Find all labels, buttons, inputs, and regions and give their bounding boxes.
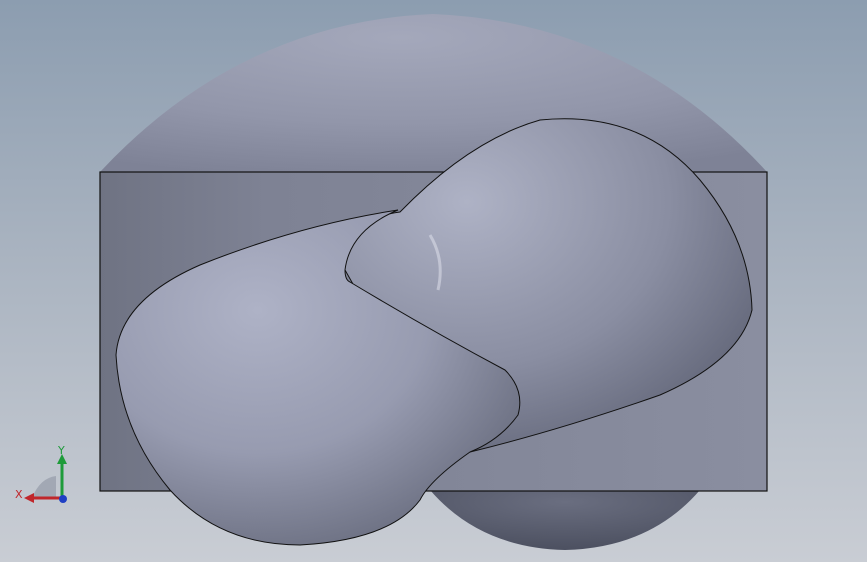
x-axis-label: X bbox=[15, 488, 23, 501]
3d-model-view[interactable] bbox=[0, 0, 867, 562]
triad-plane-shading bbox=[32, 476, 56, 498]
graphics-viewport[interactable]: Y X bbox=[0, 0, 867, 562]
x-axis-arrowhead bbox=[24, 493, 34, 503]
top-dome-surface[interactable] bbox=[100, 14, 767, 172]
y-axis-label: Y bbox=[57, 444, 65, 457]
z-axis-dot bbox=[59, 495, 67, 503]
bottom-right-dome-surface[interactable] bbox=[430, 490, 700, 550]
coordinate-triad: Y X bbox=[15, 444, 67, 503]
